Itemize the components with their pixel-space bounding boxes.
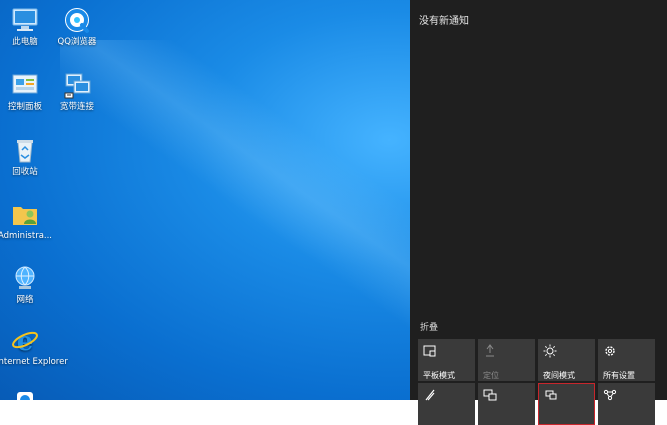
quick-action-night-light[interactable]: 夜间模式 bbox=[538, 339, 595, 381]
quick-action-tablet-mode[interactable]: 平板模式 bbox=[418, 339, 475, 381]
desktop-icon-label: 宽带连接 bbox=[59, 102, 94, 112]
quick-action-label: 夜间模式 bbox=[543, 371, 575, 380]
desktop-icon-label: 回收站 bbox=[12, 167, 38, 177]
control-panel-icon bbox=[12, 74, 38, 94]
project-tile-icon bbox=[545, 390, 557, 400]
wallpaper-light-beam bbox=[60, 40, 410, 360]
network-icon bbox=[15, 266, 35, 289]
svg-text:e: e bbox=[17, 327, 34, 354]
computer-icon bbox=[12, 8, 38, 31]
quick-action-label: 定位 bbox=[483, 371, 499, 380]
quick-action-label: 所有设置 bbox=[603, 371, 635, 380]
app-icon bbox=[17, 392, 33, 400]
desktop-icon-internet-explorer[interactable]: e Internet Explorer bbox=[0, 326, 68, 367]
desktop-icon-network[interactable]: 网络 bbox=[0, 264, 54, 305]
no-notifications-title: 没有新通知 bbox=[419, 16, 469, 27]
quick-action-project[interactable] bbox=[538, 383, 595, 425]
desktop-icon-user-folder[interactable]: Administra... bbox=[0, 200, 54, 241]
desktop: 此电脑 QQ浏览器 控制面板 宽带连接 回收站 Administra... 网络… bbox=[0, 0, 410, 400]
desktop-icon-label: 网络 bbox=[16, 295, 34, 305]
collapse-button[interactable]: 折叠 bbox=[420, 320, 438, 333]
tablet-mode-icon bbox=[423, 345, 436, 357]
quick-action-location[interactable]: 定位 bbox=[478, 339, 535, 381]
quick-action-label: 平板模式 bbox=[423, 371, 455, 380]
quick-action-connect[interactable] bbox=[478, 383, 535, 425]
desktop-icon-label: Administra... bbox=[0, 231, 53, 241]
action-center-panel: 没有新通知 折叠 平板模式 定位 夜间模式 所有设置 bbox=[410, 0, 667, 425]
quick-action-network[interactable] bbox=[418, 383, 475, 425]
desktop-icon-broadband[interactable]: 宽带连接 bbox=[48, 71, 106, 112]
desktop-icon-partial[interactable] bbox=[0, 390, 54, 400]
qq-browser-icon bbox=[65, 8, 89, 33]
quick-action-all-settings[interactable]: 所有设置 bbox=[598, 339, 655, 381]
desktop-icon-this-pc[interactable]: 此电脑 bbox=[0, 6, 54, 47]
desktop-icon-recycle-bin[interactable]: 回收站 bbox=[0, 136, 54, 177]
quick-action-vpn[interactable] bbox=[598, 383, 655, 425]
internet-explorer-icon: e bbox=[12, 327, 38, 354]
desktop-icon-label: 控制面板 bbox=[7, 102, 42, 112]
user-folder-icon bbox=[13, 207, 37, 225]
desktop-icon-label: Internet Explorer bbox=[0, 357, 68, 367]
settings-gear-icon bbox=[605, 346, 615, 356]
desktop-icon-control-panel[interactable]: 控制面板 bbox=[0, 71, 54, 112]
broadband-connection-icon bbox=[64, 73, 91, 99]
desktop-icon-qq-browser[interactable]: QQ浏览器 bbox=[48, 6, 106, 47]
desktop-icon-label: 此电脑 bbox=[12, 37, 38, 47]
recycle-bin-icon bbox=[17, 140, 33, 163]
location-icon bbox=[486, 344, 494, 357]
night-light-icon bbox=[543, 344, 557, 358]
desktop-icon-label: QQ浏览器 bbox=[57, 37, 97, 47]
